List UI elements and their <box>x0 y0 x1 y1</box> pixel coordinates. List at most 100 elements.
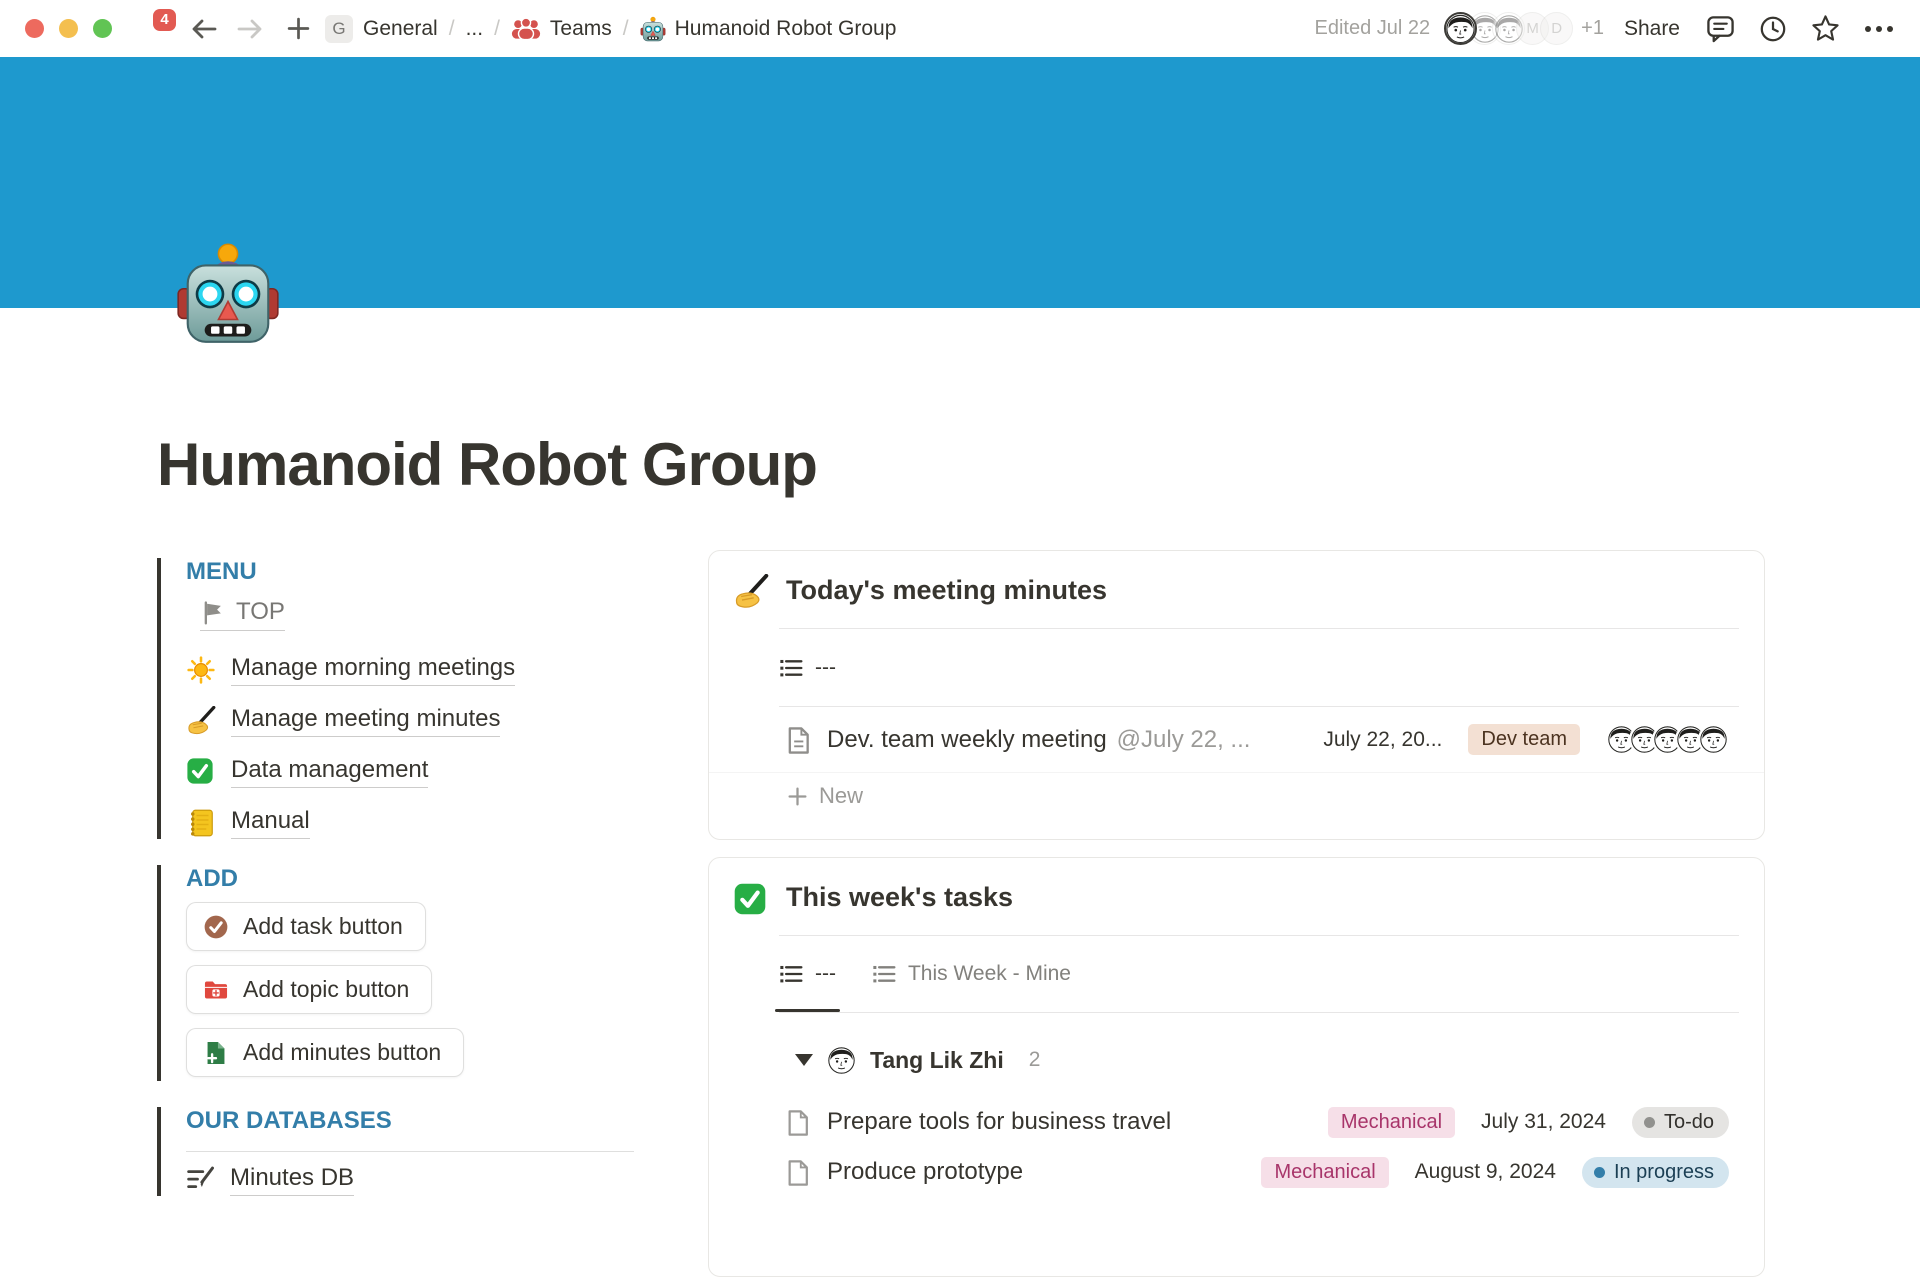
minimize-window-button[interactable] <box>59 19 78 38</box>
due-date: July 31, 2024 <box>1481 1110 1606 1134</box>
page-icon <box>785 726 812 753</box>
green-check-icon <box>186 757 216 787</box>
menu-item-manage-meeting-minutes[interactable]: Manage meeting minutes <box>186 705 635 737</box>
page-icon <box>785 1159 812 1186</box>
meeting-date: July 22, 20... <box>1323 728 1442 752</box>
database-link-minutes-db[interactable]: Minutes DB <box>186 1164 635 1196</box>
right-column: Today's meeting minutes --- Dev. team we… <box>708 550 1765 1277</box>
back-button[interactable] <box>190 17 218 41</box>
group-count: 2 <box>1029 1048 1041 1072</box>
menu-section: MENU TOP Manage morning meetings Manage … <box>157 558 635 839</box>
breadcrumb-page[interactable]: Humanoid Robot Group <box>675 17 897 41</box>
new-row-label: New <box>819 783 863 809</box>
status-badge: In progress <box>1582 1157 1729 1188</box>
breadcrumb-root[interactable]: General <box>363 17 438 41</box>
date-mention: @July 22, ... <box>1117 726 1251 754</box>
forward-button[interactable] <box>236 17 264 41</box>
meeting-minutes-card: Today's meeting minutes --- Dev. team we… <box>708 550 1765 840</box>
breadcrumb-separator: / <box>623 17 629 41</box>
status-dot <box>1594 1167 1605 1178</box>
view-tab-default[interactable]: --- <box>779 936 836 1012</box>
menu-item-label: Manual <box>231 807 310 839</box>
avatar <box>1444 12 1477 45</box>
task-properties: Mechanical August 9, 2024 In progress <box>1261 1157 1729 1188</box>
favorite-star-icon[interactable] <box>1811 14 1840 43</box>
avatar-overflow-count[interactable]: +1 <box>1581 17 1604 40</box>
sidebar-toggle-button[interactable]: 4 <box>136 12 172 46</box>
close-window-button[interactable] <box>25 19 44 38</box>
green-check-icon <box>733 881 769 917</box>
add-task-button[interactable]: Add task button <box>186 902 426 951</box>
notification-badge: 4 <box>153 9 176 31</box>
menu-heading: MENU <box>186 558 635 586</box>
page-robot-icon[interactable] <box>175 240 281 346</box>
ledger-icon <box>186 808 216 838</box>
brown-check-circle-icon <box>203 914 229 940</box>
menu-item-manual[interactable]: Manual <box>186 807 635 839</box>
menu-item-data-management[interactable]: Data management <box>186 756 635 788</box>
menu-item-manage-morning-meetings[interactable]: Manage morning meetings <box>186 654 635 686</box>
compose-icon <box>186 1165 216 1195</box>
avatar <box>1698 724 1729 755</box>
window-topbar: 4 G General / ... / Teams / Humanoid Rob… <box>0 0 1920 57</box>
flag-icon <box>200 600 225 625</box>
view-tab-bar: --- This Week - Mine <box>709 936 1764 1012</box>
attendee-avatars <box>1606 724 1729 755</box>
group-row-tang-lik-zhi[interactable]: Tang Lik Zhi 2 <box>709 1013 1764 1097</box>
add-button-label: Add task button <box>243 913 403 940</box>
task-row[interactable]: Produce prototype Mechanical August 9, 2… <box>709 1147 1764 1197</box>
status-badge: To-do <box>1632 1107 1729 1138</box>
task-properties: Mechanical July 31, 2024 To-do <box>1328 1107 1729 1138</box>
breadcrumb-separator: / <box>494 17 500 41</box>
view-tab-this-week-mine[interactable]: This Week - Mine <box>872 936 1071 1012</box>
card-title: Today's meeting minutes <box>786 573 1107 607</box>
top-anchor-link[interactable]: TOP <box>200 598 285 631</box>
workspace-chip[interactable]: G <box>325 15 353 43</box>
group-name: Tang Lik Zhi <box>870 1047 1004 1074</box>
list-view-icon <box>779 963 804 985</box>
meeting-title: Dev. team weekly meeting <box>827 726 1107 754</box>
card-header: This week's tasks <box>709 858 1764 935</box>
task-row[interactable]: Prepare tools for business travel Mechan… <box>709 1097 1764 1147</box>
weekly-tasks-card: This week's tasks --- This Week - Mine T… <box>708 857 1765 1277</box>
collapse-triangle-icon[interactable] <box>795 1054 813 1066</box>
add-button-label: Add minutes button <box>243 1039 441 1066</box>
category-tag: Mechanical <box>1328 1107 1455 1138</box>
card-header: Today's meeting minutes <box>709 551 1764 628</box>
meeting-row[interactable]: Dev. team weekly meeting @July 22, ... J… <box>709 707 1764 773</box>
view-tab-label: --- <box>815 656 836 680</box>
menu-item-label: Data management <box>231 756 428 788</box>
meeting-properties: July 22, 20... Dev team <box>1323 724 1729 755</box>
breadcrumb-collapsed[interactable]: ... <box>466 17 484 41</box>
zoom-window-button[interactable] <box>93 19 112 38</box>
teams-icon <box>511 17 541 40</box>
list-view-icon <box>779 657 804 679</box>
card-title: This week's tasks <box>786 880 1013 914</box>
plus-icon <box>787 786 808 807</box>
add-topic-button[interactable]: Add topic button <box>186 965 432 1014</box>
add-minutes-button[interactable]: Add minutes button <box>186 1028 464 1077</box>
page-cover <box>0 57 1920 308</box>
more-options-icon[interactable] <box>1864 25 1894 33</box>
view-tab-bar: --- <box>709 629 1764 706</box>
comments-icon[interactable] <box>1706 14 1735 43</box>
status-label: In progress <box>1614 1161 1714 1184</box>
page-icon <box>785 1109 812 1136</box>
avatar: D <box>1540 12 1573 45</box>
status-label: To-do <box>1664 1111 1714 1134</box>
collaborator-avatars[interactable]: M D <box>1444 12 1573 45</box>
share-button[interactable]: Share <box>1624 17 1680 41</box>
new-row-button[interactable]: New <box>709 773 1764 819</box>
category-tag: Mechanical <box>1261 1157 1388 1188</box>
view-tab-default[interactable]: --- <box>779 629 836 706</box>
breadcrumb-separator: / <box>449 17 455 41</box>
history-clock-icon[interactable] <box>1759 15 1787 43</box>
writing-hand-icon <box>186 706 216 736</box>
left-column: MENU TOP Manage morning meetings Manage … <box>157 556 635 1222</box>
breadcrumb-teams[interactable]: Teams <box>550 17 612 41</box>
new-tab-button[interactable] <box>286 16 311 41</box>
page-title[interactable]: Humanoid Robot Group <box>157 430 817 499</box>
edited-timestamp[interactable]: Edited Jul 22 <box>1315 17 1431 40</box>
robot-emoji-icon <box>640 16 666 42</box>
status-dot <box>1644 1117 1655 1128</box>
